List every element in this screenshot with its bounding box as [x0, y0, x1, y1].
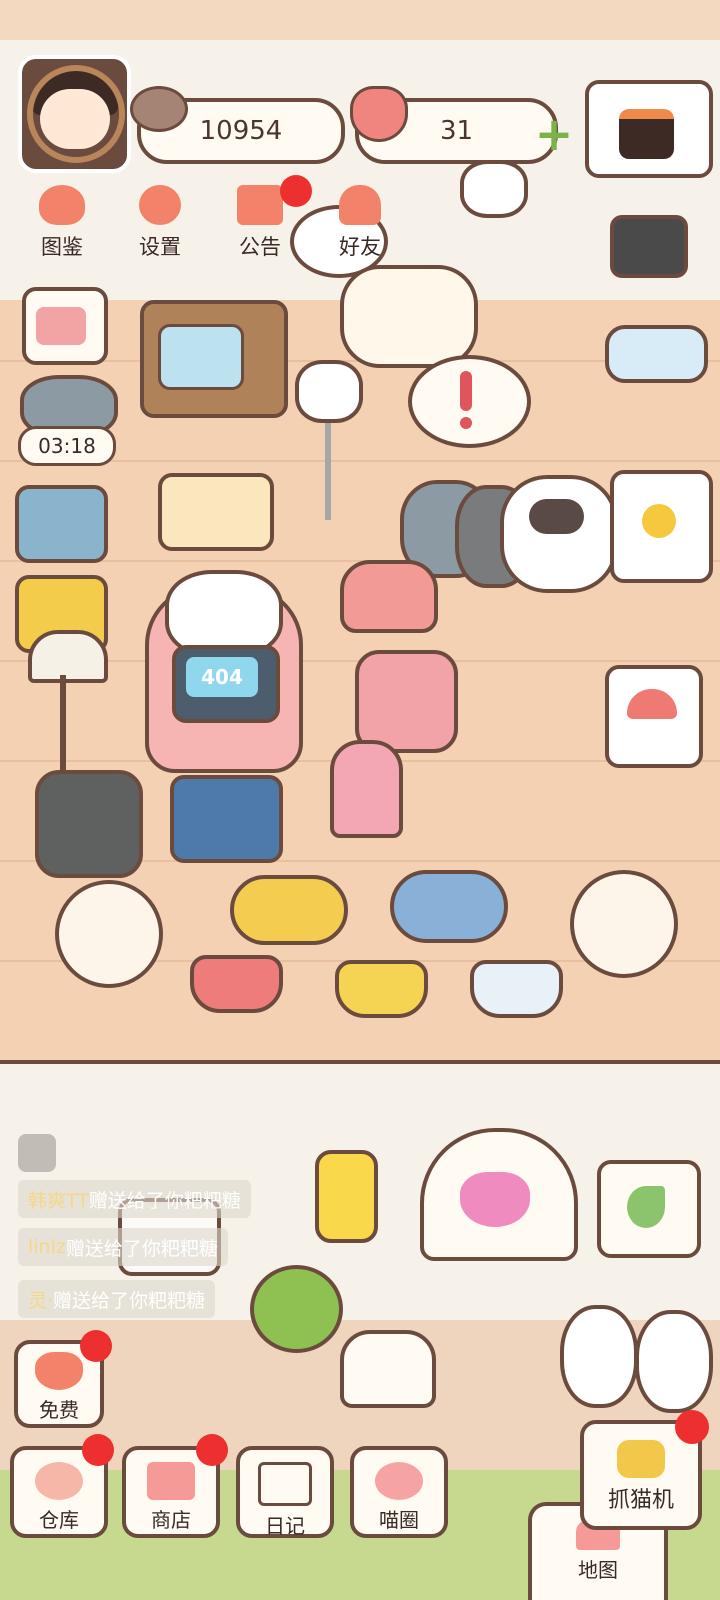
tissue-dispenser[interactable] — [610, 215, 688, 278]
leaf-icon — [627, 1186, 665, 1228]
desk-lamp[interactable] — [325, 410, 401, 520]
avatar[interactable] — [18, 55, 131, 173]
siamese-cat[interactable] — [500, 475, 618, 593]
food-bowl-yellow[interactable] — [335, 960, 428, 1018]
fan-right[interactable] — [570, 870, 678, 978]
cat-circle-button[interactable]: 喵圈 — [350, 1446, 448, 1538]
chat-line: 韩爽TT 赠送给了你粑粑糖 — [18, 1180, 251, 1218]
fish-count: 10954 — [199, 116, 283, 146]
menu-settings[interactable]: 设置 — [120, 185, 200, 261]
alert-bubble[interactable] — [408, 355, 531, 448]
floor-lamp[interactable] — [28, 630, 108, 683]
menu-catalog[interactable]: 图鉴 — [22, 185, 102, 261]
flower-easel[interactable] — [610, 470, 713, 583]
pencil-icon — [36, 307, 86, 345]
chat-user: 灵· — [28, 1289, 54, 1312]
diary-icon — [258, 1462, 312, 1506]
telescope[interactable] — [605, 325, 708, 383]
cream-cushion[interactable] — [158, 473, 274, 551]
exclamation-icon — [460, 371, 472, 411]
diary-button[interactable]: 日记 — [236, 1446, 334, 1538]
heart-icon — [350, 86, 408, 142]
food-bowl-red[interactable] — [190, 955, 283, 1013]
menu-friends[interactable]: 好友 — [320, 185, 400, 261]
free-badge — [80, 1330, 112, 1362]
chat-text: 赠送给了你粑粑糖 — [65, 1237, 218, 1260]
warehouse-label: 仓库 — [39, 1508, 79, 1532]
bunny-left[interactable] — [560, 1305, 638, 1408]
upper-floor-strip — [0, 0, 720, 44]
book-stand[interactable] — [340, 1330, 436, 1408]
gear-icon — [139, 185, 181, 225]
menu-friends-label: 好友 — [339, 235, 381, 259]
heart-gift-icon — [35, 1352, 83, 1390]
computer-screen: 404 — [186, 657, 258, 697]
lantern[interactable] — [315, 1150, 378, 1243]
friends-icon — [339, 185, 381, 225]
flower-icon — [642, 504, 676, 538]
chat-user: 韩爽TT — [28, 1189, 89, 1212]
potted-tree[interactable] — [250, 1265, 343, 1353]
heart-count: 31 — [439, 116, 474, 146]
blue-bag[interactable] — [170, 775, 283, 863]
cat-book-icon — [39, 185, 85, 225]
claw-badge — [675, 1410, 709, 1444]
gift-icon — [237, 185, 283, 225]
menu-settings-label: 设置 — [139, 235, 181, 259]
chat-line: linlz 赠送给了你粑粑糖 — [18, 1228, 228, 1266]
timer-text: 03:18 — [38, 434, 96, 458]
shop-badge — [196, 1434, 228, 1466]
computer[interactable]: 404 — [172, 645, 280, 723]
planet-cat-icon — [375, 1462, 423, 1500]
pink-backpack[interactable] — [355, 650, 458, 753]
sushi-icon — [619, 109, 674, 159]
diary-label: 日记 — [265, 1514, 305, 1538]
cat-circle-label: 喵圈 — [379, 1508, 419, 1532]
record-player-blue[interactable] — [15, 485, 108, 563]
claw-machine-label: 抓猫机 — [607, 1488, 674, 1513]
fan-left[interactable] — [55, 880, 163, 988]
menu-notice-label: 公告 — [239, 235, 281, 259]
notice-badge — [280, 175, 312, 207]
blue-cushion[interactable] — [390, 870, 508, 943]
claw-icon — [617, 1440, 665, 1478]
event-note[interactable] — [22, 287, 108, 365]
free-label: 免费 — [39, 1398, 79, 1422]
warehouse-badge — [82, 1434, 114, 1466]
mushroom-icon — [627, 689, 677, 719]
leaf-frame[interactable] — [597, 1160, 701, 1258]
fish-icon — [130, 86, 188, 132]
toast-cushion[interactable] — [340, 265, 478, 368]
rotary-phone[interactable] — [340, 560, 438, 633]
sushi-poster[interactable] — [585, 80, 713, 178]
yellow-cushion[interactable] — [230, 875, 348, 945]
shop-label: 商店 — [151, 1508, 191, 1532]
panda-cat[interactable] — [460, 160, 528, 218]
panda-cat[interactable] — [295, 360, 363, 423]
grey-backpack[interactable] — [35, 770, 143, 878]
shop-icon — [147, 1462, 195, 1500]
bunny-right[interactable] — [635, 1310, 713, 1413]
heart-arch[interactable] — [420, 1128, 578, 1261]
chat-text: 赠送给了你粑粑糖 — [53, 1289, 206, 1312]
chat-text: 赠送给了你粑粑糖 — [88, 1189, 241, 1212]
heart-icon-large — [460, 1172, 530, 1227]
warehouse-icon — [35, 1462, 83, 1500]
plus-icon[interactable]: + — [534, 111, 574, 157]
hyacinth-plant[interactable] — [330, 740, 403, 838]
chat-line: 灵· 赠送给了你粑粑糖 — [18, 1280, 216, 1318]
retro-tv[interactable] — [140, 300, 288, 418]
event-timer: 03:18 — [18, 426, 116, 466]
chat-user: linlz — [28, 1236, 66, 1258]
map-label: 地图 — [578, 1558, 618, 1582]
mushroom-painting[interactable] — [605, 665, 703, 768]
food-bowl-blue[interactable] — [470, 960, 563, 1018]
chat-icon[interactable] — [18, 1134, 56, 1172]
menu-catalog-label: 图鉴 — [41, 235, 83, 259]
